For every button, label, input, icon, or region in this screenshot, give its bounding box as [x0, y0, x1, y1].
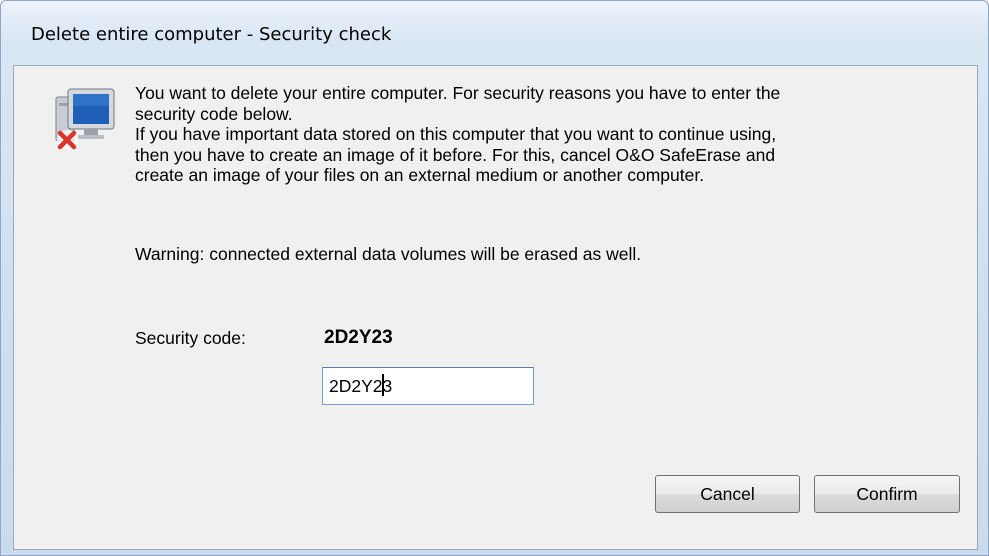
- message-line: then you have to create an image of it b…: [135, 144, 776, 165]
- cancel-button[interactable]: Cancel: [655, 475, 800, 513]
- message-line: If you have important data stored on thi…: [135, 124, 777, 144]
- security-code-value: 2D2Y23: [324, 327, 393, 348]
- warning-text: Warning: connected external data volumes…: [135, 244, 642, 264]
- security-code-input[interactable]: [322, 367, 534, 405]
- message-text: You want to delete your entire computer.…: [135, 83, 965, 186]
- title-bar[interactable]: Delete entire computer - Security check: [1, 1, 988, 45]
- dialog-window: Delete entire computer - Security check: [0, 0, 989, 556]
- confirm-button[interactable]: Confirm: [814, 475, 960, 513]
- message-line: You want to delete your entire computer.…: [135, 83, 781, 103]
- message-line: security code below.: [135, 103, 293, 124]
- text-caret: [382, 374, 384, 396]
- message-line: create an image of your files on an exte…: [135, 165, 705, 185]
- dialog-content: You want to delete your entire computer.…: [13, 65, 978, 550]
- security-code-label: Security code:: [135, 328, 246, 348]
- window-title: Delete entire computer - Security check: [31, 24, 392, 45]
- computer-delete-icon: [50, 83, 118, 155]
